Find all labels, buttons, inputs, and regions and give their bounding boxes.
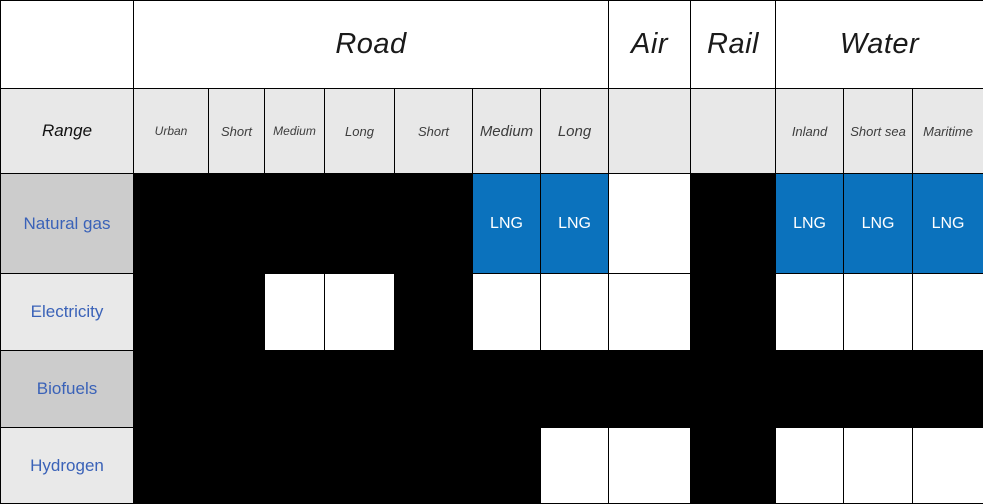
cell-biofuels-road-short-4 [395,351,473,428]
subheader-row: RangeUrbanShortMediumLongShortMediumLong… [1,89,983,174]
column-header-rail-blank-8 [691,89,776,174]
cell-value-label: LNG [558,215,591,232]
cell-electricity-road-long-3 [325,274,395,351]
cell-biofuels-water-inland-9 [776,351,844,428]
cell-natural-gas-road-long-6: LNG [541,174,609,274]
cell-hydrogen-water-maritime-11 [913,428,983,504]
column-header-road-long-6: Long [541,89,609,174]
cell-natural-gas-road-short-4 [395,174,473,274]
cell-hydrogen-rail-blank-8 [691,428,776,504]
table-header: RoadAirRailWater RangeUrbanShortMediumLo… [1,1,983,174]
cell-electricity-road-short-4 [395,274,473,351]
cell-electricity-road-medium-2 [265,274,325,351]
cell-electricity-road-short-1 [209,274,265,351]
row-label-electricity: Electricity [1,274,134,351]
cell-biofuels-road-long-6 [541,351,609,428]
cell-hydrogen-road-short-4 [395,428,473,504]
cell-hydrogen-road-long-3 [325,428,395,504]
table-row: Natural gas LNG LNG LNG LNG LNG [1,174,983,274]
column-header-road-short-1: Short [209,89,265,174]
cell-biofuels-water-short-sea-10 [844,351,913,428]
table-row: Hydrogen [1,428,983,504]
column-header-water-short-sea-10: Short sea [844,89,913,174]
cell-value-label: LNG [793,215,826,232]
cell-hydrogen-water-inland-9 [776,428,844,504]
cell-biofuels-water-maritime-11 [913,351,983,428]
fuel-mode-matrix-table: RoadAirRailWater RangeUrbanShortMediumLo… [0,0,983,504]
cell-natural-gas-air-blank-7 [609,174,691,274]
cell-biofuels-rail-blank-8 [691,351,776,428]
cell-electricity-water-short-sea-10 [844,274,913,351]
cell-biofuels-road-medium-2 [265,351,325,428]
cell-biofuels-road-short-1 [209,351,265,428]
range-row-label: Range [1,89,134,174]
row-label-natural-gas: Natural gas [1,174,134,274]
cell-natural-gas-road-short-1 [209,174,265,274]
cell-electricity-water-inland-9 [776,274,844,351]
table-row: Electricity [1,274,983,351]
cell-electricity-road-medium-5 [473,274,541,351]
cell-natural-gas-water-maritime-11: LNG [913,174,983,274]
column-header-road-urban-0: Urban [134,89,209,174]
column-header-road-short-4: Short [395,89,473,174]
cell-biofuels-road-medium-5 [473,351,541,428]
cell-hydrogen-road-urban-0 [134,428,209,504]
group-header-air: Air [609,1,691,89]
cell-hydrogen-road-long-6 [541,428,609,504]
column-header-water-maritime-11: Maritime [913,89,983,174]
cell-biofuels-road-long-3 [325,351,395,428]
cell-natural-gas-water-inland-9: LNG [776,174,844,274]
column-header-road-long-3: Long [325,89,395,174]
cell-electricity-road-urban-0 [134,274,209,351]
table-body: Natural gas LNG LNG LNG LNG LNG ElectricityBio… [1,174,983,504]
cell-electricity-water-maritime-11 [913,274,983,351]
row-label-biofuels: Biofuels [1,351,134,428]
cell-hydrogen-air-blank-7 [609,428,691,504]
cell-natural-gas-road-medium-2 [265,174,325,274]
cell-value-label: LNG [932,215,965,232]
cell-biofuels-air-blank-7 [609,351,691,428]
row-label-hydrogen: Hydrogen [1,428,134,504]
cell-natural-gas-rail-blank-8 [691,174,776,274]
cell-hydrogen-water-short-sea-10 [844,428,913,504]
group-header-rail: Rail [691,1,776,89]
cell-electricity-rail-blank-8 [691,274,776,351]
cell-natural-gas-road-urban-0 [134,174,209,274]
column-header-water-inland-9: Inland [776,89,844,174]
cell-natural-gas-road-medium-5: LNG [473,174,541,274]
cell-natural-gas-road-long-3 [325,174,395,274]
corner-cell [1,1,134,89]
column-header-road-medium-2: Medium [265,89,325,174]
column-header-air-blank-7 [609,89,691,174]
cell-electricity-air-blank-7 [609,274,691,351]
group-header-row: RoadAirRailWater [1,1,983,89]
table-row: Biofuels [1,351,983,428]
cell-natural-gas-water-short-sea-10: LNG [844,174,913,274]
cell-hydrogen-road-medium-2 [265,428,325,504]
column-header-road-medium-5: Medium [473,89,541,174]
group-header-water: Water [776,1,983,89]
cell-electricity-road-long-6 [541,274,609,351]
cell-hydrogen-road-medium-5 [473,428,541,504]
cell-hydrogen-road-short-1 [209,428,265,504]
group-header-road: Road [134,1,609,89]
cell-value-label: LNG [862,215,895,232]
cell-biofuels-road-urban-0 [134,351,209,428]
cell-value-label: LNG [490,215,523,232]
